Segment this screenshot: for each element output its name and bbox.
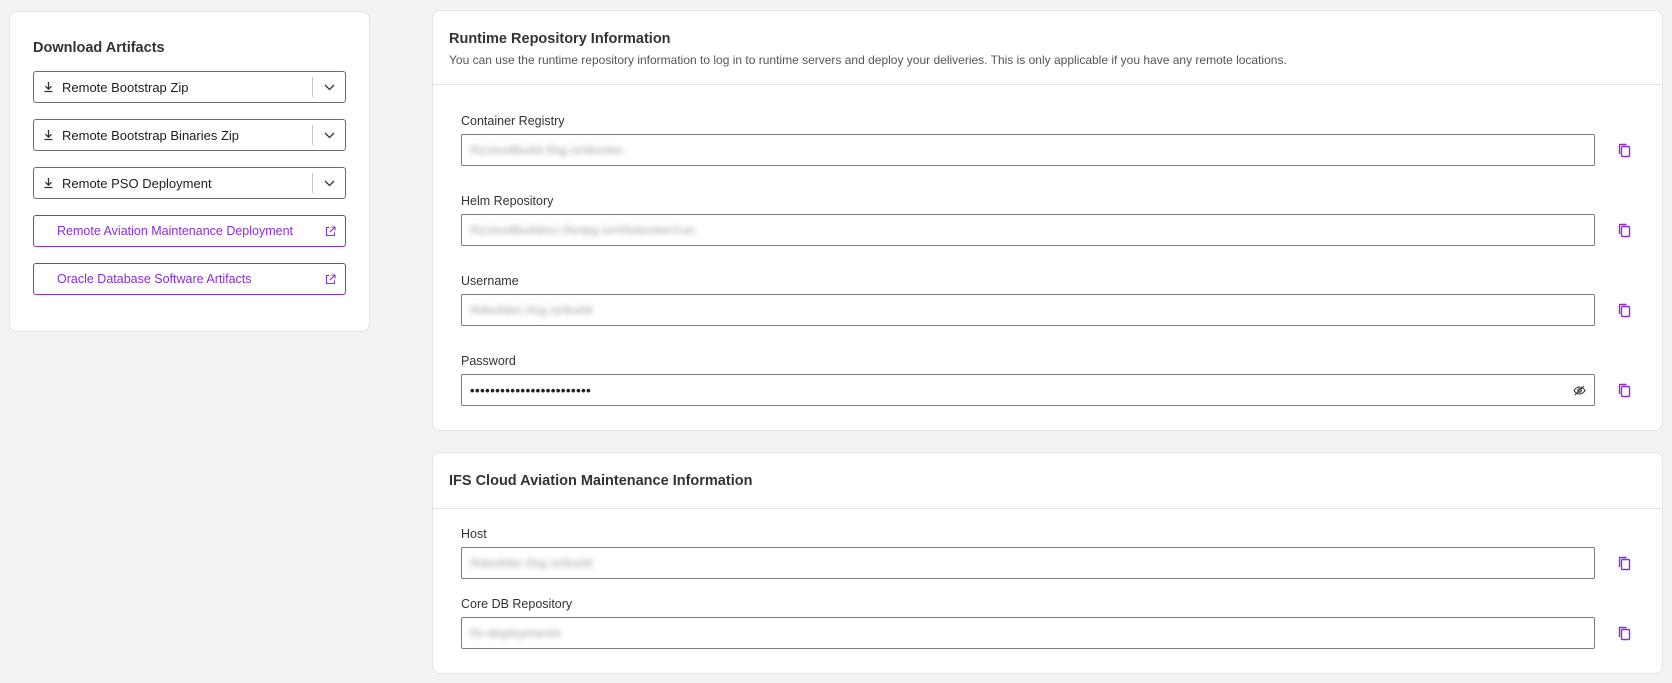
password-value: ••••••••••••••••••••••••	[470, 382, 592, 398]
remote-aviation-maintenance-deployment-link[interactable]: Remote Aviation Maintenance Deployment	[33, 215, 346, 247]
copy-icon[interactable]	[1613, 299, 1635, 321]
external-link-icon	[315, 273, 345, 285]
ifs-cloud-title: IFS Cloud Aviation Maintenance Informati…	[449, 473, 753, 489]
remote-bootstrap-zip-button[interactable]: Remote Bootstrap Zip	[33, 71, 346, 103]
password-field[interactable]: ••••••••••••••••••••••••	[461, 374, 1595, 406]
oracle-database-software-artifacts-link[interactable]: Oracle Database Software Artifacts	[33, 263, 346, 295]
container-registry-label: Container Registry	[461, 114, 565, 128]
remote-bootstrap-zip-label: Remote Bootstrap Zip	[62, 79, 189, 95]
copy-icon[interactable]	[1613, 219, 1635, 241]
download-artifacts-title: Download Artifacts	[33, 40, 165, 56]
chevron-down-icon[interactable]	[313, 132, 345, 139]
host-label: Host	[461, 527, 487, 541]
remote-aviation-maintenance-deployment-label: Remote Aviation Maintenance Deployment	[57, 224, 294, 238]
container-registry-field[interactable]: ifscloudbuild.ifsg.io/docker	[461, 134, 1595, 166]
copy-icon[interactable]	[1613, 379, 1635, 401]
ifs-cloud-aviation-maintenance-card: IFS Cloud Aviation Maintenance Informati…	[432, 452, 1663, 674]
runtime-repository-description: You can use the runtime repository infor…	[449, 53, 1287, 67]
external-link-icon	[315, 225, 345, 237]
copy-icon[interactable]	[1613, 139, 1635, 161]
copy-icon[interactable]	[1613, 622, 1635, 644]
remote-bootstrap-binaries-zip-label: Remote Bootstrap Binaries Zip	[62, 127, 240, 143]
copy-icon[interactable]	[1613, 552, 1635, 574]
eye-slash-icon[interactable]	[1564, 385, 1594, 396]
card-divider	[433, 508, 1662, 509]
core-db-repository-value: ifs-deployments	[470, 626, 562, 640]
download-icon	[34, 81, 62, 93]
remote-pso-deployment-button[interactable]: Remote PSO Deployment	[33, 167, 346, 199]
core-db-repository-field[interactable]: ifs-deployments	[461, 617, 1595, 649]
password-label: Password	[461, 354, 516, 368]
runtime-repository-title: Runtime Repository Information	[449, 31, 671, 47]
card-divider	[433, 84, 1662, 85]
host-value: ifsbuilder.ifsg.io/build	[470, 556, 593, 570]
username-value: ifsbuilder.ifsg.io/build	[470, 303, 593, 317]
remote-bootstrap-binaries-zip-button[interactable]: Remote Bootstrap Binaries Zip	[33, 119, 346, 151]
chevron-down-icon[interactable]	[313, 84, 345, 91]
download-artifacts-card: Download Artifacts Remote Bootstrap Zip …	[9, 11, 370, 332]
chevron-down-icon[interactable]	[313, 180, 345, 187]
download-icon	[34, 177, 62, 189]
download-icon	[34, 129, 62, 141]
username-field[interactable]: ifsbuilder.ifsg.io/build	[461, 294, 1595, 326]
helm-repository-label: Helm Repository	[461, 194, 554, 208]
oracle-database-software-artifacts-label: Oracle Database Software Artifacts	[57, 272, 252, 286]
remote-pso-deployment-label: Remote PSO Deployment	[62, 175, 212, 191]
helm-repository-value: ifscloudbuildoci.ifsnpg.io/nfsdocker/run	[470, 223, 696, 237]
runtime-repository-card: Runtime Repository Information You can u…	[432, 10, 1663, 431]
core-db-repository-label: Core DB Repository	[461, 597, 573, 611]
host-field[interactable]: ifsbuilder.ifsg.io/build	[461, 547, 1595, 579]
container-registry-value: ifscloudbuild.ifsg.io/docker	[470, 143, 625, 157]
username-label: Username	[461, 274, 519, 288]
helm-repository-field[interactable]: ifscloudbuildoci.ifsnpg.io/nfsdocker/run	[461, 214, 1595, 246]
